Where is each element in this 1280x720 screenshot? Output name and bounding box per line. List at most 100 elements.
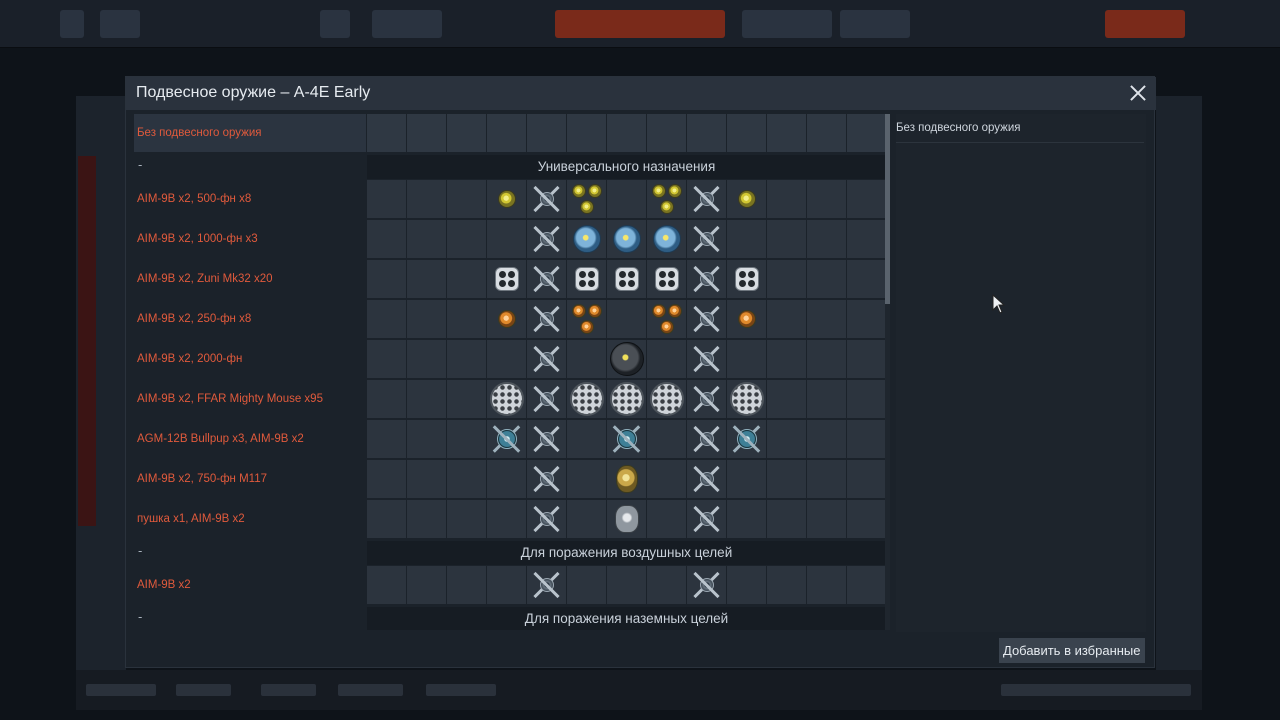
preset-label[interactable]: AIM-9B x2, 500-фн x8: [134, 180, 366, 218]
pylon-slot[interactable]: [647, 300, 686, 338]
pylon-slot[interactable]: [407, 460, 446, 498]
pylon-slot[interactable]: [567, 260, 606, 298]
pylon-slot[interactable]: [607, 460, 646, 498]
pylon-slot[interactable]: [367, 460, 406, 498]
pylon-slot[interactable]: [767, 300, 806, 338]
pylon-slot[interactable]: [567, 460, 606, 498]
pylon-slot[interactable]: [847, 380, 886, 418]
pylon-slot[interactable]: [767, 220, 806, 258]
pylon-slot[interactable]: [487, 300, 526, 338]
preset-label[interactable]: пушка x1, AIM-9B x2: [134, 500, 366, 538]
pylon-slot[interactable]: [367, 380, 406, 418]
pylon-slot[interactable]: [367, 260, 406, 298]
pylon-slot[interactable]: [367, 114, 406, 152]
pylon-slot[interactable]: [487, 260, 526, 298]
pylon-slot[interactable]: [767, 566, 806, 604]
pylon-slot[interactable]: [727, 420, 766, 458]
preset-label[interactable]: AIM-9B x2, FFAR Mighty Mouse x95: [134, 380, 366, 418]
pylon-slot[interactable]: [687, 180, 726, 218]
pylon-slot[interactable]: [727, 180, 766, 218]
pylon-slot[interactable]: [607, 500, 646, 538]
pylon-slot[interactable]: [407, 220, 446, 258]
pylon-slot[interactable]: [567, 220, 606, 258]
pylon-slot[interactable]: [847, 566, 886, 604]
pylon-slot[interactable]: [527, 566, 566, 604]
pylon-slot[interactable]: [367, 500, 406, 538]
pylon-slot[interactable]: [687, 380, 726, 418]
pylon-slot[interactable]: [567, 180, 606, 218]
preset-label[interactable]: AIM-9B x2: [134, 566, 366, 604]
pylon-slot[interactable]: [607, 340, 646, 378]
pylon-slot[interactable]: [407, 340, 446, 378]
preset-label[interactable]: Без подвесного оружия: [134, 114, 366, 152]
pylon-slot[interactable]: [447, 300, 486, 338]
pylon-slot[interactable]: [567, 340, 606, 378]
pylon-slot[interactable]: [767, 180, 806, 218]
pylon-slot[interactable]: [447, 500, 486, 538]
pylon-slot[interactable]: [847, 460, 886, 498]
pylon-slot[interactable]: [447, 460, 486, 498]
pylon-slot[interactable]: [367, 300, 406, 338]
pylon-slot[interactable]: [767, 420, 806, 458]
pylon-slot[interactable]: [527, 300, 566, 338]
pylon-slot[interactable]: [647, 220, 686, 258]
pylon-slot[interactable]: [687, 114, 726, 152]
pylon-slot[interactable]: [727, 300, 766, 338]
pylon-slot[interactable]: [687, 420, 726, 458]
pylon-slot[interactable]: [527, 380, 566, 418]
pylon-slot[interactable]: [527, 460, 566, 498]
pylon-slot[interactable]: [607, 380, 646, 418]
pylon-slot[interactable]: [527, 180, 566, 218]
pylon-slot[interactable]: [527, 420, 566, 458]
pylon-slot[interactable]: [687, 300, 726, 338]
preset-label[interactable]: AGM-12B Bullpup x3, AIM-9B x2: [134, 420, 366, 458]
pylon-slot[interactable]: [847, 300, 886, 338]
pylon-slot[interactable]: [727, 460, 766, 498]
pylon-slot[interactable]: [607, 566, 646, 604]
pylon-slot[interactable]: [487, 220, 526, 258]
pylon-slot[interactable]: [447, 340, 486, 378]
preset-row[interactable]: AIM-9B x2, 500-фн x8: [134, 180, 886, 220]
pylon-slot[interactable]: [487, 180, 526, 218]
pylon-slot[interactable]: [487, 566, 526, 604]
pylon-slot[interactable]: [767, 500, 806, 538]
pylon-slot[interactable]: [847, 220, 886, 258]
pylon-slot[interactable]: [607, 114, 646, 152]
pylon-slot[interactable]: [447, 220, 486, 258]
pylon-slot[interactable]: [407, 114, 446, 152]
pylon-slot[interactable]: [687, 460, 726, 498]
pylon-slot[interactable]: [407, 566, 446, 604]
preset-row[interactable]: пушка x1, AIM-9B x2: [134, 500, 886, 540]
pylon-slot[interactable]: [567, 300, 606, 338]
preset-row[interactable]: AIM-9B x2, Zuni Mk32 x20: [134, 260, 886, 300]
pylon-slot[interactable]: [647, 500, 686, 538]
pylon-slot[interactable]: [647, 420, 686, 458]
pylon-slot[interactable]: [727, 220, 766, 258]
pylon-slot[interactable]: [687, 500, 726, 538]
add-to-favorites-button[interactable]: Добавить в избранные: [999, 638, 1145, 663]
pylon-slot[interactable]: [647, 380, 686, 418]
preset-label[interactable]: AIM-9B x2, 250-фн x8: [134, 300, 366, 338]
pylon-slot[interactable]: [847, 340, 886, 378]
pylon-slot[interactable]: [567, 566, 606, 604]
pylon-slot[interactable]: [727, 500, 766, 538]
pylon-slot[interactable]: [367, 180, 406, 218]
pylon-slot[interactable]: [647, 340, 686, 378]
pylon-slot[interactable]: [767, 260, 806, 298]
pylon-slot[interactable]: [407, 180, 446, 218]
pylon-slot[interactable]: [487, 420, 526, 458]
pylon-slot[interactable]: [567, 114, 606, 152]
pylon-slot[interactable]: [487, 114, 526, 152]
preset-label[interactable]: AIM-9B x2, 1000-фн x3: [134, 220, 366, 258]
pylon-slot[interactable]: [767, 114, 806, 152]
pylon-slot[interactable]: [807, 500, 846, 538]
pylon-slot[interactable]: [527, 260, 566, 298]
pylon-slot[interactable]: [447, 180, 486, 218]
pylon-slot[interactable]: [487, 340, 526, 378]
pylon-slot[interactable]: [527, 114, 566, 152]
pylon-slot[interactable]: [847, 420, 886, 458]
pylon-slot[interactable]: [367, 340, 406, 378]
pylon-slot[interactable]: [847, 260, 886, 298]
pylon-slot[interactable]: [767, 380, 806, 418]
pylon-slot[interactable]: [487, 460, 526, 498]
